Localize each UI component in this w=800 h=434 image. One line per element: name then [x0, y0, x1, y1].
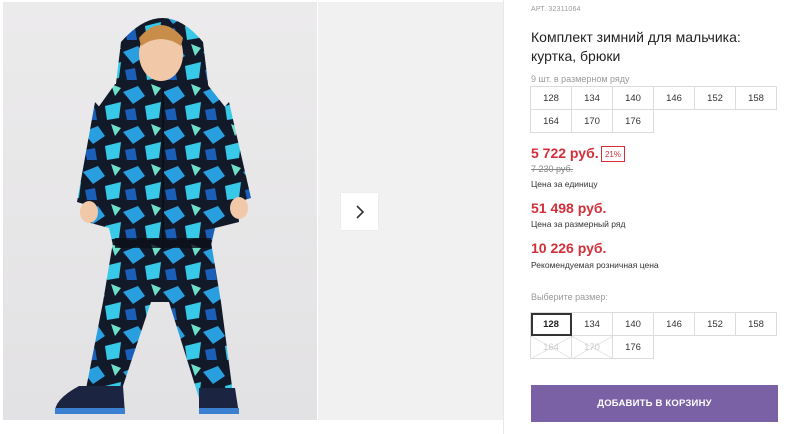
old-price: 7 230 руб.	[531, 164, 574, 174]
product-image	[54, 18, 251, 414]
rrp-price: 10 226 руб.	[531, 240, 607, 256]
rrp-caption: Рекомендуемая розничная цена	[531, 260, 659, 270]
article-number: АРТ. 32311064	[531, 6, 581, 13]
pack-row-label: 9 шт. в размерном ряду	[531, 74, 630, 84]
discount-badge: 21%	[601, 146, 625, 162]
pack-size: 176	[612, 109, 654, 133]
size-option[interactable]: 140	[612, 312, 654, 336]
unit-price-caption: Цена за единицу	[531, 179, 598, 189]
size-option[interactable]: 134	[571, 312, 613, 336]
unit-price: 5 722 руб.	[531, 145, 599, 161]
row-price-caption: Цена за размерный ряд	[531, 219, 626, 229]
size-select-label: Выберите размер:	[531, 292, 608, 302]
size-option[interactable]: 152	[694, 312, 736, 336]
row-price: 51 498 руб.	[531, 200, 607, 216]
pack-size: 146	[653, 86, 695, 110]
pack-size: 170	[571, 109, 613, 133]
pack-size: 140	[612, 86, 654, 110]
size-option[interactable]: 158	[735, 312, 777, 336]
divider	[503, 0, 504, 434]
pack-size: 164	[530, 109, 572, 133]
chevron-right-icon	[355, 204, 364, 219]
pack-size: 158	[735, 86, 777, 110]
size-option[interactable]: 176	[612, 335, 654, 359]
pack-size: 128	[530, 86, 572, 110]
pack-size: 134	[571, 86, 613, 110]
product-title: Комплект зимний для мальчика: куртка, бр…	[531, 29, 741, 64]
size-selector: 128 134 140 146 152 158 164 170 176	[530, 312, 777, 359]
gallery-next-button[interactable]	[341, 193, 378, 230]
product-photo[interactable]	[3, 2, 317, 420]
pack-row-sizes: 128 134 140 146 152 158 164 170 176	[530, 86, 777, 133]
size-option-selected[interactable]: 128	[530, 312, 572, 336]
size-option-disabled: 170	[571, 335, 613, 359]
size-option[interactable]: 146	[653, 312, 695, 336]
size-option-disabled: 164	[530, 335, 572, 359]
product-gallery	[0, 0, 503, 434]
pack-size: 152	[694, 86, 736, 110]
add-to-cart-button[interactable]: ДОБАВИТЬ В КОРЗИНУ	[531, 385, 778, 422]
